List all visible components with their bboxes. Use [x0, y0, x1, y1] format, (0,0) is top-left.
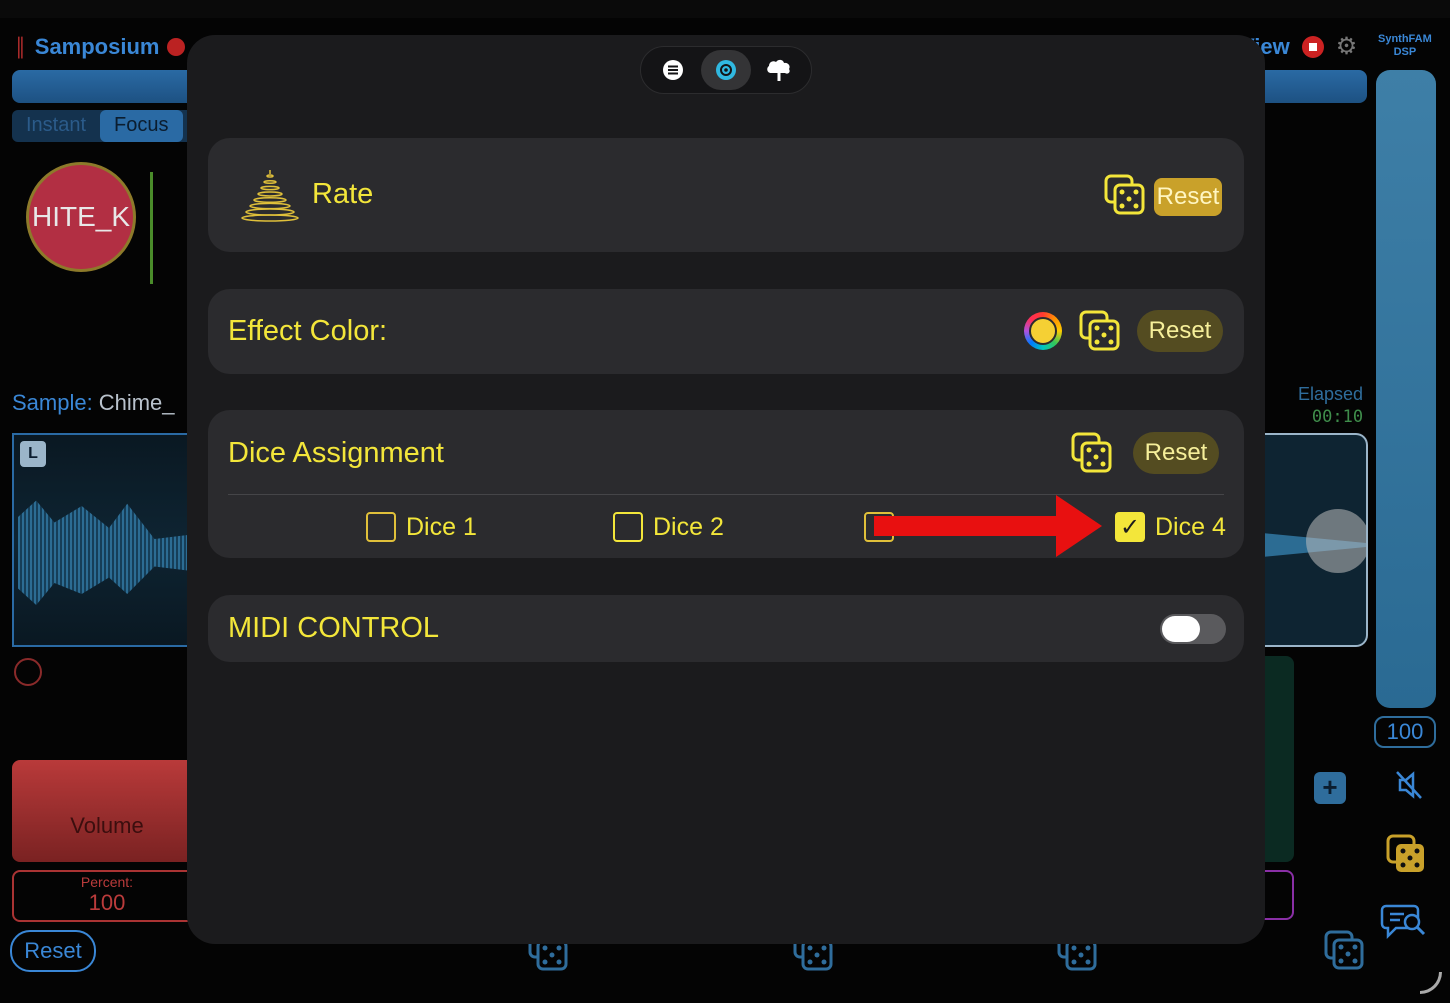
tab-instant[interactable]: Instant [12, 110, 100, 142]
brand-bottom: DSP [1393, 46, 1417, 58]
segment-tree[interactable] [754, 50, 804, 90]
midi-card: MIDI CONTROL [208, 595, 1244, 662]
dice-blue-svg [1324, 930, 1364, 970]
waveform-shape [18, 500, 200, 605]
app-title: ║ Samposium [14, 34, 186, 60]
dice-4-checkbox[interactable]: ✓ Dice 4 [1115, 512, 1226, 542]
level-line [150, 172, 153, 284]
status-strip [0, 0, 1450, 18]
target-icon[interactable] [14, 658, 42, 686]
dice-1-label: Dice 1 [406, 512, 477, 541]
color-dice-icon[interactable] [1079, 310, 1121, 357]
sample-name: Chime_ [98, 390, 175, 415]
rate-title: Rate [312, 178, 374, 210]
percent-value: 100 [88, 890, 126, 915]
modal-segment-control [640, 46, 812, 94]
sample-knob[interactable]: HITE_K [26, 162, 136, 272]
effect-color-card: Effect Color: Reset [208, 289, 1244, 374]
dice-4-box[interactable]: ✓ [1115, 512, 1145, 542]
mode-tabs: Instant Focus [12, 110, 202, 142]
annotation-arrow-icon [874, 493, 1106, 564]
rate-spiral-icon [240, 168, 300, 227]
dice-1-box[interactable] [366, 512, 396, 542]
rate-reset-button[interactable]: Reset [1154, 178, 1222, 216]
percent-box[interactable]: Percent: 100 [12, 870, 202, 922]
segment-settings[interactable] [700, 50, 751, 90]
elapsed-time: 00:10 [1311, 407, 1364, 427]
spiral-svg [241, 170, 299, 222]
rate-dice-icon[interactable] [1104, 174, 1146, 221]
dice-2-label: Dice 2 [653, 512, 724, 541]
stop-icon[interactable] [1301, 35, 1324, 58]
chat-svg [1380, 904, 1426, 940]
dice-2-box[interactable] [613, 512, 643, 542]
tab-focus[interactable]: Focus [100, 110, 183, 142]
dice-1-checkbox[interactable]: Dice 1 [366, 512, 477, 542]
midi-toggle[interactable] [1160, 614, 1226, 644]
waveform-icon: ║ [14, 36, 27, 57]
elapsed-display: Elapsed 00:10 [1298, 384, 1363, 427]
brand-logo: SynthFAM DSP [1378, 33, 1432, 59]
assignment-reset-button[interactable]: Reset [1133, 432, 1219, 474]
volume-slider[interactable]: Volume [12, 760, 202, 862]
waveform-view[interactable]: L [12, 433, 202, 647]
right-waveform[interactable] [1262, 433, 1368, 647]
right-panel [1262, 656, 1294, 862]
gear-icon[interactable]: ⚙ [1336, 32, 1358, 61]
rate-card: Rate Reset [208, 138, 1244, 252]
dice-outline-icon[interactable] [1324, 930, 1368, 975]
color-picker-swatch[interactable] [1024, 312, 1062, 350]
dice-gold-svg [1386, 834, 1424, 872]
add-button[interactable]: + [1314, 772, 1346, 804]
right-percent-box[interactable] [1262, 870, 1294, 920]
tree-icon [766, 59, 790, 81]
app-name: Samposium [34, 34, 160, 59]
assignment-dice-icon[interactable] [1071, 432, 1113, 479]
search-chat-icon[interactable] [1380, 902, 1428, 945]
resize-handle-icon[interactable] [1420, 972, 1442, 994]
settings-modal: Rate Reset Effect Color: Reset Dice Assi… [187, 35, 1265, 944]
percent-label: Percent: [80, 874, 134, 890]
segment-list[interactable] [648, 50, 698, 90]
settings-circle-icon [715, 60, 736, 80]
midi-title: MIDI CONTROL [228, 612, 440, 644]
screen: ║ Samposium Instant Focus HITE_K Sample:… [0, 0, 1450, 1003]
mute-svg [1396, 771, 1422, 799]
brand-top: SynthFAM [1378, 33, 1432, 45]
mute-icon[interactable] [1392, 768, 1426, 809]
playhead-handle[interactable] [1306, 509, 1366, 573]
color-swatch-fill [1029, 317, 1057, 345]
record-icon[interactable] [167, 38, 186, 56]
dice-svg [1104, 174, 1145, 215]
channel-badge: L [20, 441, 46, 467]
elapsed-label: Elapsed [1298, 384, 1364, 404]
effect-color-title: Effect Color: [228, 315, 388, 347]
dice-svg [1079, 310, 1120, 351]
list-icon [663, 60, 684, 80]
dice-2-checkbox[interactable]: Dice 2 [613, 512, 724, 542]
volume-label: Volume [70, 813, 144, 838]
sample-row: Sample: Chime_ [12, 390, 175, 416]
dice-4-label: Dice 4 [1155, 512, 1226, 541]
sample-label: Sample: [12, 390, 93, 415]
level-value[interactable]: 100 [1374, 716, 1436, 748]
dice-icon[interactable] [1386, 834, 1426, 879]
background-reset-button[interactable]: Reset [10, 930, 96, 972]
arrow-svg [874, 495, 1102, 557]
master-slider[interactable] [1376, 70, 1436, 708]
dice-svg [1071, 432, 1112, 473]
dice-assignment-title: Dice Assignment [228, 437, 444, 469]
color-reset-button[interactable]: Reset [1137, 310, 1223, 352]
